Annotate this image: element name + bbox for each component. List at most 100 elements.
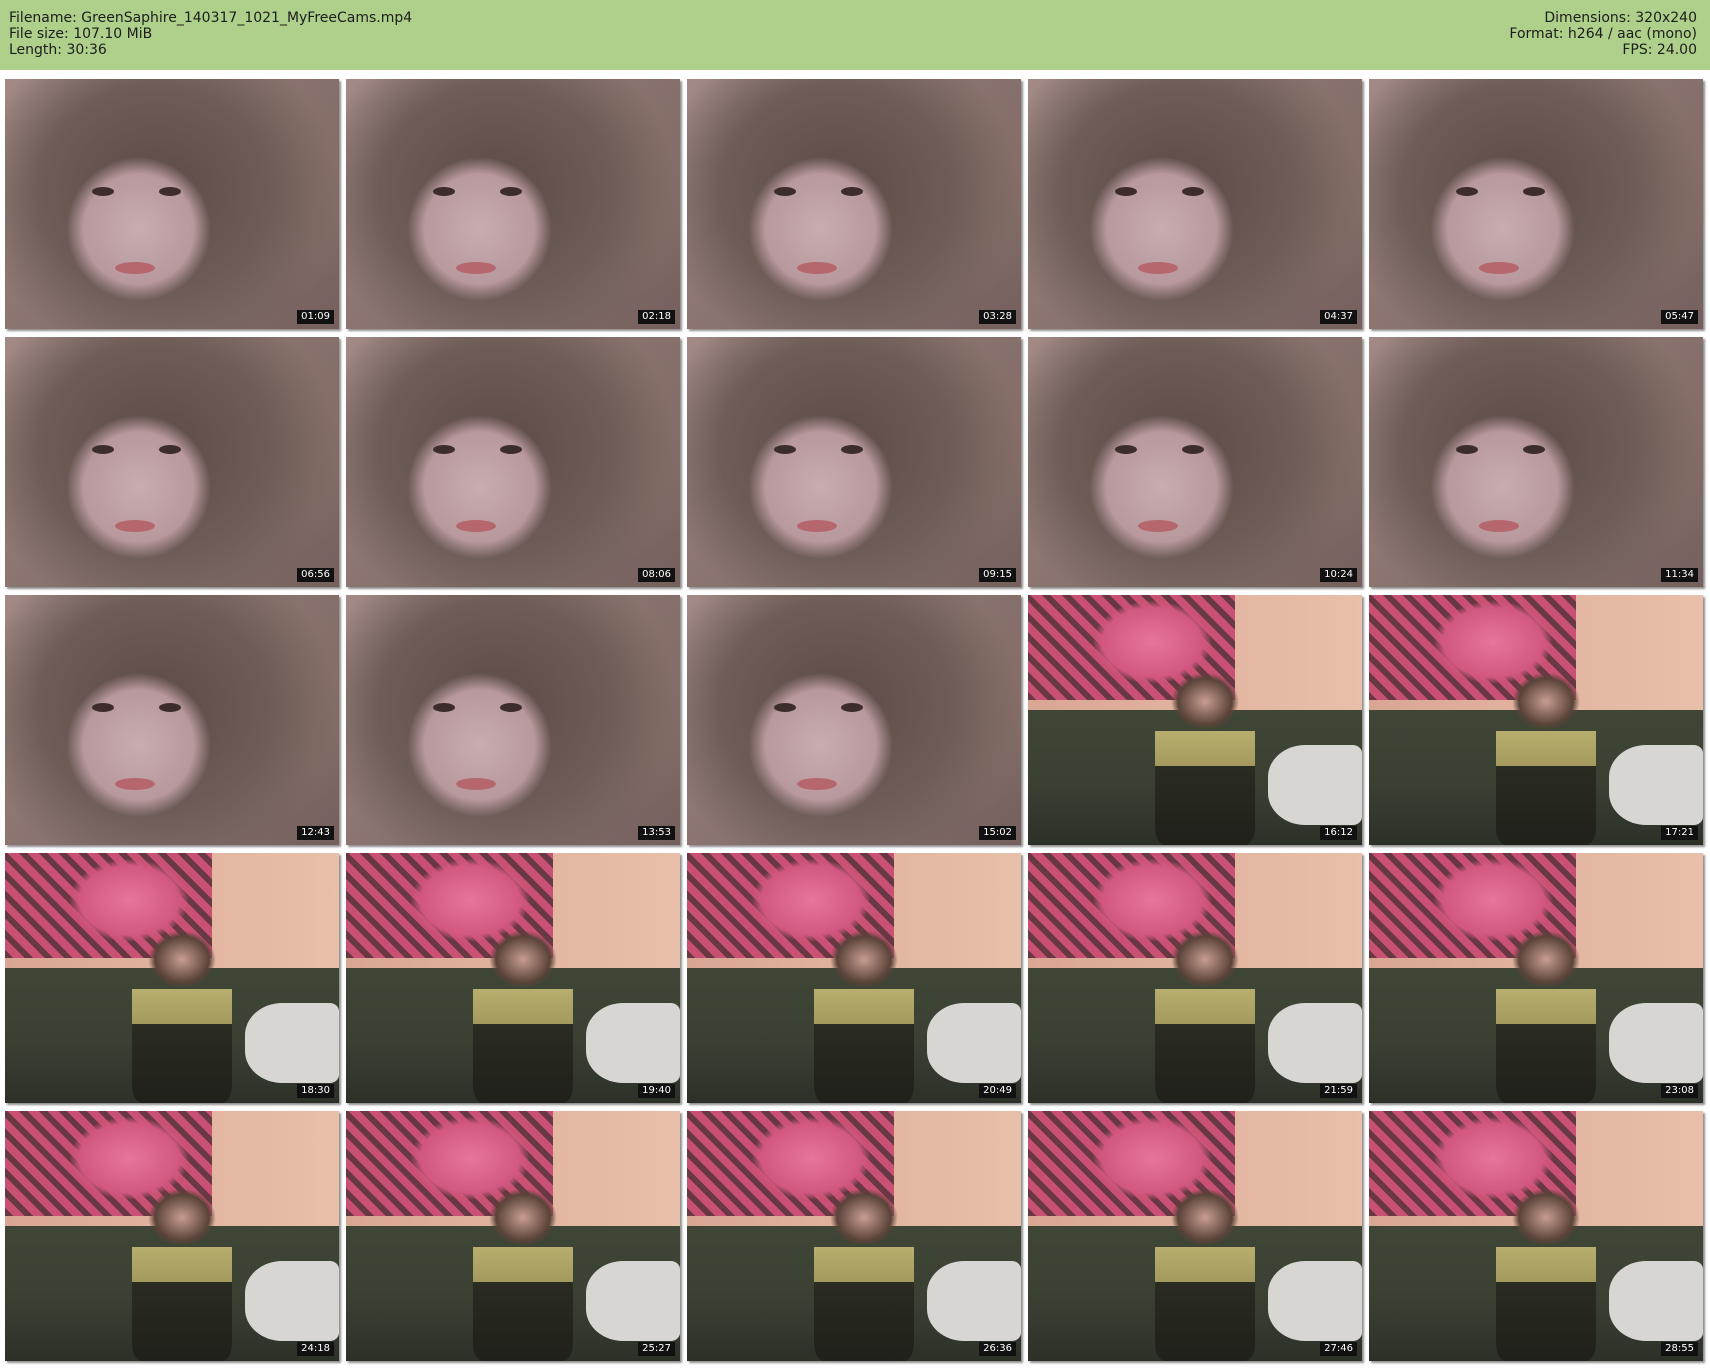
format-text: Format: h264 / aac (mono) [1509, 26, 1697, 42]
face-eye [158, 702, 181, 712]
filename-text: Filename: GreenSaphire_140317_1021_MyFre… [9, 10, 413, 26]
thumbnail-timestamp: 05:47 [1661, 310, 1698, 324]
scene-figure [1154, 670, 1256, 845]
scene-figure [131, 1186, 233, 1361]
fps-text: FPS: 24.00 [1622, 42, 1697, 58]
face-mouth [115, 261, 156, 274]
video-thumbnail[interactable]: 11:34 [1369, 337, 1703, 587]
video-thumbnail[interactable]: 08:06 [346, 337, 680, 587]
scene-pillow [1268, 1261, 1362, 1341]
file-info-header: Filename: GreenSaphire_140317_1021_MyFre… [0, 0, 1710, 70]
scene-figure [472, 1186, 574, 1361]
scene-figure [1495, 1186, 1597, 1361]
filesize-text: File size: 107.10 MiB [9, 26, 153, 42]
video-thumbnail[interactable]: 28:55 [1369, 1111, 1703, 1361]
thumbnail-timestamp: 27:46 [1320, 1342, 1357, 1356]
video-thumbnail[interactable]: 05:47 [1369, 79, 1703, 329]
scene-pillow [927, 1003, 1021, 1083]
thumbnail-timestamp: 02:18 [638, 310, 675, 324]
face-eye [773, 186, 796, 196]
thumbnail-timestamp: 10:24 [1320, 568, 1357, 582]
face-eye [432, 702, 455, 712]
scene-figure [1154, 928, 1256, 1103]
video-thumbnail[interactable]: 13:53 [346, 595, 680, 845]
video-thumbnail[interactable]: 18:30 [5, 853, 339, 1103]
video-thumbnail[interactable]: 16:12 [1028, 595, 1362, 845]
video-thumbnail[interactable]: 20:49 [687, 853, 1021, 1103]
scene-pillow [1268, 1003, 1362, 1083]
video-thumbnail[interactable]: 24:18 [5, 1111, 339, 1361]
thumbnail-timestamp: 04:37 [1320, 310, 1357, 324]
thumbnail-timestamp: 18:30 [297, 1084, 334, 1098]
thumbnail-timestamp: 13:53 [638, 826, 675, 840]
face-mouth [115, 519, 156, 532]
scene-pillow [927, 1261, 1021, 1341]
face-eye [840, 702, 863, 712]
video-thumbnail[interactable]: 12:43 [5, 595, 339, 845]
video-thumbnail[interactable]: 26:36 [687, 1111, 1021, 1361]
face-eye [91, 444, 114, 454]
face-mouth [456, 261, 497, 274]
thumbnail-timestamp: 03:28 [979, 310, 1016, 324]
video-thumbnail[interactable]: 25:27 [346, 1111, 680, 1361]
face-mouth [1138, 519, 1179, 532]
face-eye [840, 444, 863, 454]
video-thumbnail[interactable]: 17:21 [1369, 595, 1703, 845]
scene-pillow [1609, 745, 1703, 825]
video-thumbnail[interactable]: 10:24 [1028, 337, 1362, 587]
video-thumbnail[interactable]: 06:56 [5, 337, 339, 587]
video-thumbnail[interactable]: 23:08 [1369, 853, 1703, 1103]
video-thumbnail[interactable]: 03:28 [687, 79, 1021, 329]
thumbnail-timestamp: 25:27 [638, 1342, 675, 1356]
dimensions-text: Dimensions: 320x240 [1544, 10, 1697, 26]
scene-pillow [586, 1261, 680, 1341]
video-thumbnail[interactable]: 21:59 [1028, 853, 1362, 1103]
scene-pillow [1609, 1003, 1703, 1083]
thumbnail-timestamp: 28:55 [1661, 1342, 1698, 1356]
face-mouth [797, 519, 838, 532]
thumbnail-timestamp: 17:21 [1661, 826, 1698, 840]
scene-pillow [245, 1261, 339, 1341]
video-thumbnail[interactable]: 15:02 [687, 595, 1021, 845]
face-mouth [115, 777, 156, 790]
scene-pillow [1268, 745, 1362, 825]
length-text: Length: 30:36 [9, 42, 107, 58]
face-mouth [1479, 261, 1520, 274]
video-thumbnail[interactable]: 09:15 [687, 337, 1021, 587]
face-mouth [456, 777, 497, 790]
file-info-left: Filename: GreenSaphire_140317_1021_MyFre… [9, 10, 412, 58]
video-thumbnail[interactable]: 27:46 [1028, 1111, 1362, 1361]
face-eye [432, 444, 455, 454]
face-mouth [456, 519, 497, 532]
video-thumbnail[interactable]: 19:40 [346, 853, 680, 1103]
face-eye [773, 444, 796, 454]
thumbnail-timestamp: 12:43 [297, 826, 334, 840]
face-eye [1181, 444, 1204, 454]
scene-figure [1154, 1186, 1256, 1361]
thumbnail-timestamp: 09:15 [979, 568, 1016, 582]
thumbnail-timestamp: 21:59 [1320, 1084, 1357, 1098]
thumbnail-timestamp: 15:02 [979, 826, 1016, 840]
video-thumbnail[interactable]: 02:18 [346, 79, 680, 329]
thumbnail-timestamp: 01:09 [297, 310, 334, 324]
face-eye [1181, 186, 1204, 196]
thumbnail-grid: 01:09 02:18 03:28 04:37 05:47 06:56 08:06 09:15… [5, 79, 1707, 1367]
face-eye [1522, 444, 1545, 454]
face-mouth [797, 777, 838, 790]
scene-pillow [586, 1003, 680, 1083]
thumbnail-timestamp: 11:34 [1661, 568, 1698, 582]
face-eye [1114, 186, 1137, 196]
video-thumbnail[interactable]: 04:37 [1028, 79, 1362, 329]
face-eye [158, 444, 181, 454]
scene-pillow [245, 1003, 339, 1083]
thumbnail-timestamp: 06:56 [297, 568, 334, 582]
thumbnail-timestamp: 08:06 [638, 568, 675, 582]
scene-figure [472, 928, 574, 1103]
file-info-right: Dimensions: 320x240 Format: h264 / aac (… [1509, 10, 1697, 58]
face-eye [773, 702, 796, 712]
face-eye [499, 444, 522, 454]
video-thumbnail[interactable]: 01:09 [5, 79, 339, 329]
face-eye [432, 186, 455, 196]
thumbnail-timestamp: 19:40 [638, 1084, 675, 1098]
face-mouth [797, 261, 838, 274]
